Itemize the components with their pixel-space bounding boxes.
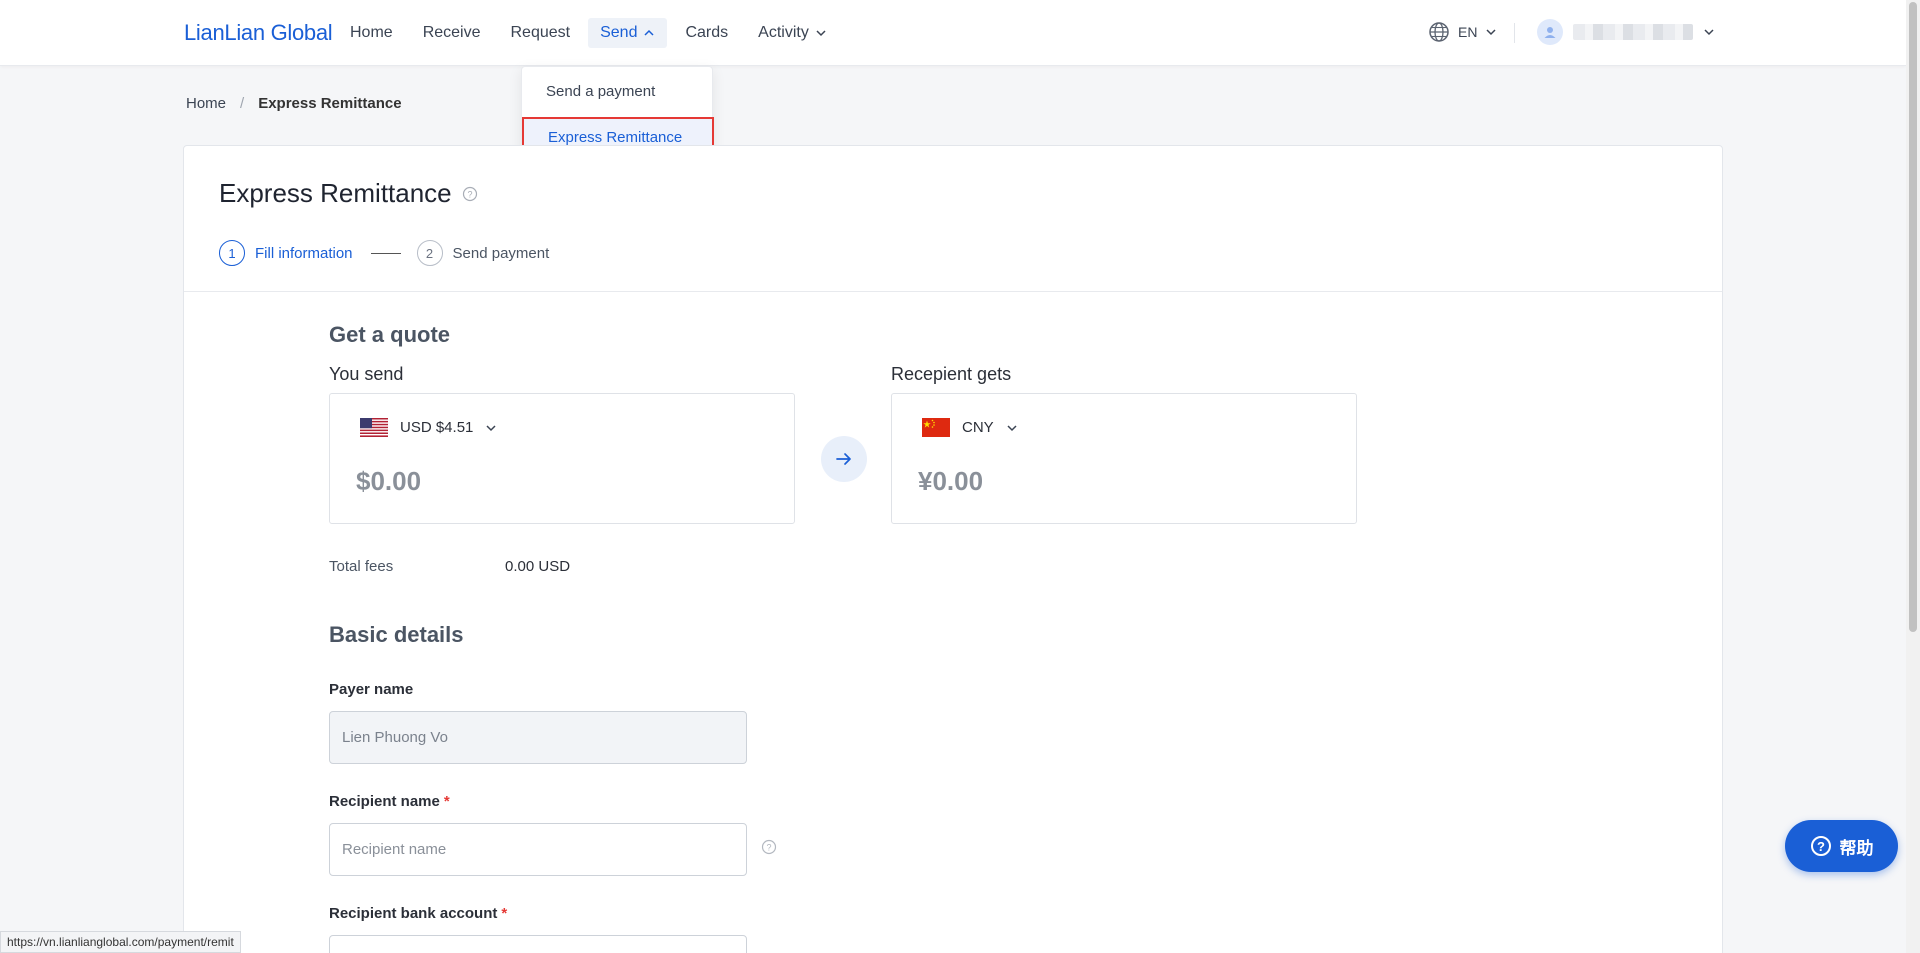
nav-request[interactable]: Request bbox=[499, 18, 583, 48]
us-flag-icon bbox=[360, 418, 388, 437]
chevron-down-icon bbox=[816, 30, 826, 37]
step-label: Send payment bbox=[452, 244, 550, 262]
status-bar-url: https://vn.lianlianglobal.com/payment/re… bbox=[0, 931, 241, 953]
chevron-down-icon bbox=[1007, 424, 1017, 431]
payer-name-label: Payer name bbox=[329, 681, 414, 698]
arrow-right-icon bbox=[836, 453, 851, 465]
recipient-gets-box: CNY ¥0.00 bbox=[891, 393, 1357, 524]
nav-home[interactable]: Home bbox=[338, 18, 405, 48]
recipient-bank-label-wrap: Recipient bank account * bbox=[329, 905, 507, 922]
nav-cards[interactable]: Cards bbox=[673, 18, 740, 48]
required-asterisk: * bbox=[443, 793, 450, 810]
help-button[interactable]: ? 帮助 bbox=[1785, 820, 1898, 872]
menu-item-send-a-payment[interactable]: Send a payment bbox=[522, 72, 714, 112]
blurred-username bbox=[1573, 24, 1693, 40]
breadcrumb: Home / Express Remittance bbox=[186, 95, 402, 112]
page-title-wrap: Express Remittance ? bbox=[219, 178, 478, 209]
recipient-name-label: Recipient name bbox=[329, 793, 440, 810]
help-label: 帮助 bbox=[1839, 838, 1874, 858]
chevron-down-icon bbox=[1486, 29, 1496, 36]
language-label: EN bbox=[1458, 24, 1478, 40]
send-currency-selector[interactable]: USD $4.51 bbox=[360, 418, 497, 437]
svg-text:?: ? bbox=[1817, 839, 1825, 854]
recipient-name-label-wrap: Recipient name * bbox=[329, 793, 450, 810]
quote-section-title: Get a quote bbox=[329, 322, 451, 347]
send-currency-value: USD $4.51 bbox=[400, 419, 474, 436]
payer-name-field bbox=[329, 711, 747, 764]
total-fees-value: 0.00 USD bbox=[505, 558, 571, 575]
top-navigation-bar: LianLian Global Home Receive Request Sen… bbox=[0, 0, 1906, 66]
step-number: 2 bbox=[416, 240, 443, 266]
you-send-label: You send bbox=[329, 364, 404, 384]
recipient-gets-label: Recepient gets bbox=[891, 364, 1012, 384]
nav-cards-label: Cards bbox=[685, 24, 729, 41]
express-remittance-card: Express Remittance ? 1 Fill information … bbox=[183, 145, 1723, 953]
scrollbar-thumb[interactable] bbox=[1909, 2, 1917, 632]
stepper: 1 Fill information 2 Send payment bbox=[219, 240, 549, 266]
globe-icon bbox=[1429, 22, 1449, 42]
page-title: Express Remittance bbox=[219, 178, 452, 208]
china-flag-icon bbox=[922, 418, 950, 437]
nav-receive[interactable]: Receive bbox=[411, 18, 493, 48]
main-nav: Home Receive Request Send Cards Activity bbox=[338, 18, 839, 48]
chevron-down-icon bbox=[486, 424, 496, 431]
swap-arrow-button[interactable] bbox=[821, 436, 867, 482]
basic-details-title: Basic details bbox=[329, 622, 464, 647]
lianlian-logo[interactable]: LianLian Global bbox=[184, 20, 333, 46]
nav-send[interactable]: Send bbox=[588, 18, 668, 48]
step-number: 1 bbox=[219, 240, 245, 266]
card-header: Express Remittance ? 1 Fill information … bbox=[184, 146, 1722, 292]
nav-send-label: Send bbox=[600, 24, 638, 41]
breadcrumb-home[interactable]: Home bbox=[186, 95, 226, 112]
step-label: Fill information bbox=[255, 244, 353, 262]
nav-activity[interactable]: Activity bbox=[746, 18, 839, 48]
user-menu[interactable] bbox=[1537, 19, 1715, 45]
language-selector[interactable]: EN bbox=[1428, 21, 1497, 43]
nav-request-label: Request bbox=[510, 24, 571, 41]
help-circle-icon[interactable]: ? bbox=[462, 186, 478, 202]
user-icon bbox=[1544, 27, 1556, 38]
step-connector bbox=[370, 252, 401, 254]
nav-activity-label: Activity bbox=[758, 24, 809, 41]
recipient-bank-label: Recipient bank account bbox=[329, 905, 498, 922]
breadcrumb-separator: / bbox=[240, 95, 245, 112]
recipient-bank-input[interactable] bbox=[329, 935, 747, 953]
step-fill-information: 1 Fill information bbox=[219, 240, 353, 266]
divider bbox=[1514, 23, 1515, 43]
receive-currency-selector[interactable]: CNY bbox=[922, 418, 1018, 437]
svg-text:?: ? bbox=[467, 189, 472, 199]
step-send-payment: 2 Send payment bbox=[416, 240, 550, 266]
avatar bbox=[1537, 19, 1563, 45]
nav-receive-label: Receive bbox=[422, 24, 481, 41]
breadcrumb-current: Express Remittance bbox=[258, 95, 402, 112]
recipient-name-input[interactable] bbox=[329, 823, 747, 876]
receive-currency-value: CNY bbox=[962, 419, 994, 436]
required-asterisk: * bbox=[501, 905, 508, 922]
you-send-box: USD $4.51 $0.00 bbox=[329, 393, 795, 524]
receive-amount-value[interactable]: ¥0.00 bbox=[918, 466, 983, 497]
chevron-down-icon bbox=[1704, 29, 1714, 36]
page-scrollbar[interactable] bbox=[1906, 0, 1920, 953]
send-amount-input[interactable]: $0.00 bbox=[356, 466, 421, 497]
svg-text:?: ? bbox=[766, 843, 771, 853]
chevron-up-icon bbox=[644, 29, 654, 36]
help-circle-icon[interactable]: ? bbox=[761, 839, 777, 855]
nav-home-label: Home bbox=[350, 24, 393, 41]
total-fees-label: Total fees bbox=[329, 558, 394, 575]
question-circle-icon: ? bbox=[1810, 836, 1831, 856]
